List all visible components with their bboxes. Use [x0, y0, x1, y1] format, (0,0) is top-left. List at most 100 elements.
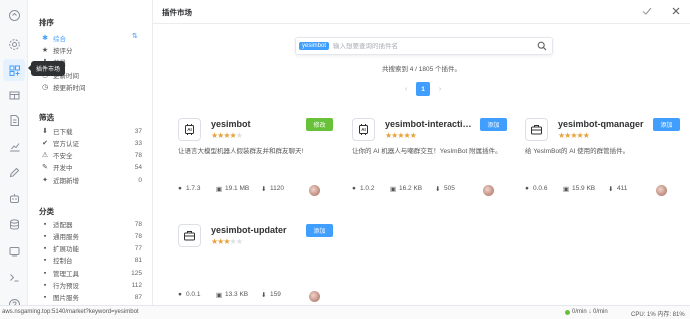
plugin-action-button[interactable]: 添加	[653, 118, 680, 131]
filter-option[interactable]: ⚠ 不安全 78	[41, 150, 142, 161]
sidebar-item-label: 官方认证	[53, 141, 79, 148]
sidebar-item-label: 近期新增	[53, 178, 79, 185]
rail-tooltip: 插件市场	[27, 61, 66, 76]
sidebar-item-count: 54	[134, 163, 142, 171]
check-icon[interactable]	[641, 5, 653, 17]
filter-option[interactable]: ⬇ 已下载 37	[41, 126, 142, 137]
plugin-rating: ★★★★★	[558, 132, 590, 140]
clock-icon: ◷	[41, 83, 49, 91]
plugin-card[interactable]: yesimbot-qmanager ★★★★★ 添加给 YesImBot的 AI 使…	[525, 118, 685, 198]
download-icon: ⬇	[261, 186, 267, 193]
close-icon[interactable]	[670, 5, 682, 17]
category-option[interactable]: ▪ 适配器 78	[41, 219, 142, 230]
tag-icon: ●	[178, 291, 182, 298]
plugin-action-button[interactable]: 修改	[306, 118, 333, 131]
resource-usage: CPU: 1% 内存: 81%	[631, 312, 685, 318]
home-icon[interactable]	[6, 7, 22, 23]
search-input[interactable]	[333, 42, 537, 50]
ai-icon: AI	[352, 118, 375, 141]
sidebar-item-label: 综合	[53, 36, 66, 43]
top-bar: 插件市场	[153, 0, 690, 24]
network-status-dot	[565, 310, 570, 315]
plugin-description: 让语言大模型机器人假装群友并和群友聊天!	[178, 148, 304, 155]
tag-icon: ●	[352, 185, 356, 192]
sidebar-item-label: 通用服务	[53, 234, 79, 241]
sort-option[interactable]: ◷ 按更新时间	[41, 82, 142, 93]
download-icon: ⬇	[42, 127, 48, 135]
author-avatar[interactable]	[309, 291, 320, 302]
sidebar-item-count: 78	[134, 220, 142, 228]
author-avatar[interactable]	[309, 185, 320, 196]
package-icon: ▣	[563, 186, 570, 193]
tag-icon: ●	[178, 185, 182, 192]
filter-option[interactable]: ✦ 近期新增 0	[41, 175, 142, 186]
category-option[interactable]: ▪ 通用服务 78	[41, 231, 142, 242]
category-option[interactable]: ▪ 控制台 81	[41, 255, 142, 266]
sandbox-icon[interactable]	[6, 243, 22, 259]
prev-page-button[interactable]: ‹	[401, 86, 411, 93]
activity-rail	[0, 0, 28, 319]
pagination: ‹ 1 ›	[401, 82, 445, 96]
box-icon[interactable]	[6, 87, 22, 103]
plugin-meta: ● 1.0.2 ▣ 16.2 KB ⬇ 505	[352, 183, 512, 196]
chart-icon[interactable]	[6, 138, 22, 154]
page-number-current[interactable]: 1	[416, 82, 430, 96]
author-avatar[interactable]	[483, 185, 494, 196]
download-icon: ⬇	[261, 292, 267, 299]
main-panel: 插件市场 yesimbot 共搜索到 4 / 1805 个插件。 ‹ 1 › A…	[153, 0, 690, 305]
plugin-name[interactable]: yesimbot-qmanager	[558, 119, 646, 129]
plugin-action-button[interactable]: 添加	[306, 224, 333, 237]
plugin-market-icon[interactable]	[3, 59, 25, 81]
sidebar-item-count: 125	[131, 269, 142, 277]
plugin-size: 13.3 KB	[225, 291, 249, 298]
sidebar-item-count: 0	[138, 176, 142, 184]
plugin-card[interactable]: yesimbot-updater ★★★★★ 添加 ● 0.0.1 ▣ 13.3 KB ⬇ 15…	[178, 224, 338, 304]
page-title: 插件市场	[162, 8, 192, 17]
plugin-description: 让你的 AI 机器人与嘲群交互！YesImBot 附属插件。	[352, 148, 502, 155]
sparkle-icon: ✦	[42, 176, 48, 184]
plugin-meta: ● 0.0.1 ▣ 13.3 KB ⬇ 159	[178, 289, 338, 302]
manage-icon: ▪	[43, 269, 47, 277]
sort-option[interactable]: ★ 按评分	[41, 45, 142, 56]
sort-option[interactable]: ✱ 综合	[41, 33, 142, 44]
plugin-card[interactable]: AI yesimbot-interactions ★★★★★ 添加 让你的 AI 机器人…	[352, 118, 512, 198]
sidebar-item-label: 控制台	[53, 258, 73, 265]
sidebar-item-label: 扩展功能	[53, 246, 79, 253]
sidebar-item-count: 78	[134, 232, 142, 240]
search-keyword-tag[interactable]: yesimbot	[299, 42, 330, 50]
plugin-action-button[interactable]: 添加	[480, 118, 507, 131]
category-option[interactable]: ▪ 管理工具 125	[41, 268, 142, 279]
category-option[interactable]: ▪ 图片服务 87	[41, 292, 142, 303]
svg-text:AI: AI	[361, 127, 366, 132]
market-sidebar: 排序 ⇅ 筛选 分类 ✱综合★按评分⬇载量◷更新时间◷按更新时间⬇已下载37✔官…	[28, 0, 153, 305]
terminal-icon[interactable]	[6, 269, 22, 285]
plugin-name[interactable]: yesimbot-updater	[211, 225, 299, 235]
edit-icon[interactable]	[6, 164, 22, 180]
category-option[interactable]: ▪ 扩展功能 77	[41, 243, 142, 254]
filter-option[interactable]: ✎ 开发中 54	[41, 162, 142, 173]
sidebar-item-count: 77	[134, 244, 142, 252]
settings-icon[interactable]	[6, 36, 22, 52]
category-section-title: 分类	[39, 207, 54, 216]
package-icon: ▣	[216, 186, 223, 193]
document-icon[interactable]	[6, 112, 22, 128]
sidebar-item-count: 112	[131, 281, 142, 289]
category-option[interactable]: ▪ 行为预设 112	[41, 280, 142, 291]
plugin-size: 15.9 KB	[572, 185, 596, 192]
author-avatar[interactable]	[656, 185, 667, 196]
plugin-name[interactable]: yesimbot	[211, 119, 299, 129]
sidebar-item-label: 开发中	[53, 165, 73, 172]
plugin-downloads: 505	[444, 185, 455, 192]
next-page-button[interactable]: ›	[435, 86, 445, 93]
robot-icon[interactable]	[6, 190, 22, 206]
filter-option[interactable]: ✔ 官方认证 33	[41, 138, 142, 149]
package-icon: ▣	[216, 292, 223, 299]
plugin-card[interactable]: AI yesimbot ★★★★★ 修改 让语言大模型机器人假装群友并和群友聊天! ● 1.…	[178, 118, 338, 198]
database-icon[interactable]	[6, 216, 22, 232]
search-icon[interactable]	[537, 41, 547, 51]
plugin-name[interactable]: yesimbot-interactions	[385, 119, 473, 129]
filter-section-title: 筛选	[39, 113, 54, 122]
plugin-version: 0.0.6	[533, 185, 548, 192]
plugin-meta: ● 0.0.6 ▣ 15.9 KB ⬇ 411	[525, 183, 685, 196]
adapter-icon: ▪	[43, 220, 47, 228]
